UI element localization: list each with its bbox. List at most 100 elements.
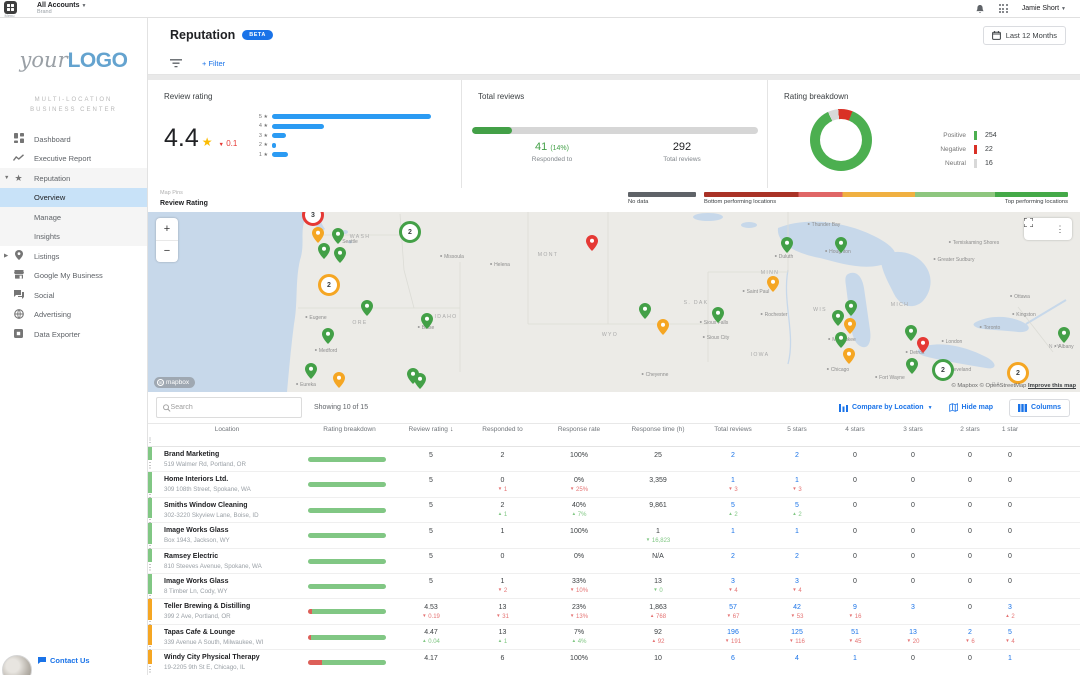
map-pin[interactable] [657, 319, 669, 335]
cell-value-link[interactable]: 3 [998, 604, 1022, 611]
sidebar-item-reputation[interactable]: ▼ ★ Reputation [0, 168, 147, 188]
cell-value-link[interactable]: 5 [698, 502, 768, 509]
row-menu-button[interactable]: ⋮ [148, 562, 152, 573]
map-cluster-pin[interactable]: 2 [318, 274, 340, 296]
sidebar-item-google-my-business[interactable]: Google My Business [0, 266, 147, 286]
menu-button[interactable]: Menu [0, 0, 19, 18]
map-pin[interactable] [905, 325, 917, 341]
map-pin[interactable] [1058, 327, 1070, 343]
column-header-total-reviews[interactable]: Total reviews [698, 426, 768, 433]
compare-by-location-button[interactable]: Compare by Location ▼ [839, 404, 933, 412]
table-row[interactable]: Tapas Cafe & Lounge339 Avenue A South, M… [148, 625, 1080, 650]
column-header-rating-breakdown[interactable]: Rating breakdown [302, 426, 397, 433]
cell-value-link[interactable]: 5 [998, 629, 1022, 636]
cell-value-link[interactable]: 1 [768, 528, 826, 535]
map-pin[interactable] [843, 348, 855, 364]
map-pin[interactable] [334, 247, 346, 263]
column-header-location[interactable]: Location [152, 426, 302, 433]
map-cluster-pin[interactable]: 2 [1007, 362, 1029, 384]
map-canvas[interactable]: SeattleEugeneMedfordEurekaBoiseMissoulaH… [148, 212, 1080, 392]
sidebar-item-social[interactable]: Social [0, 285, 147, 305]
cell-value-link[interactable]: 9 [826, 604, 884, 611]
hide-map-button[interactable]: Hide map [949, 403, 994, 412]
date-range-button[interactable]: Last 12 Months [983, 26, 1066, 45]
cell-value-link[interactable]: 3 [768, 578, 826, 585]
cell-value-link[interactable]: 5 [768, 502, 826, 509]
filter-funnel-icon[interactable] [170, 59, 182, 68]
map-pin[interactable] [835, 237, 847, 253]
account-selector[interactable]: All Accounts ▼ Brand [37, 2, 86, 16]
column-header-1-star[interactable]: 1 star [998, 426, 1022, 433]
map-pin[interactable] [361, 300, 373, 316]
cell-value-link[interactable]: 4 [768, 655, 826, 662]
map-pin[interactable] [781, 237, 793, 253]
column-header-5-stars[interactable]: 5 stars [768, 426, 826, 433]
table-row[interactable]: Smiths Window Cleaning302-3220 Skyview L… [148, 498, 1080, 523]
column-header-2-stars[interactable]: 2 stars [942, 426, 998, 433]
table-row[interactable]: Home Interiors Ltd.309 108th Street, Spo… [148, 472, 1080, 497]
sidebar-item-data-exporter[interactable]: Data Exporter [0, 324, 147, 344]
table-row[interactable]: Brand Marketing519 Walmer Rd, Portland, … [148, 447, 1080, 472]
map-pin[interactable] [421, 313, 433, 329]
cell-value-link[interactable]: 1 [698, 528, 768, 535]
columns-button[interactable]: Columns [1009, 399, 1070, 417]
contact-us-link[interactable]: Contact Us [38, 656, 90, 665]
avatar[interactable] [2, 655, 32, 675]
add-filter-button[interactable]: + Filter [202, 59, 225, 68]
column-header-response-rate[interactable]: Response rate [540, 426, 618, 433]
column-header-response-time-h[interactable]: Response time (h) [618, 426, 698, 433]
map-pin[interactable] [906, 358, 918, 374]
map-pin[interactable] [312, 227, 324, 243]
map-pin[interactable] [832, 310, 844, 326]
improve-map-link[interactable]: Improve this map [1028, 383, 1076, 389]
sidebar-item-insights[interactable]: Insights [0, 227, 147, 247]
cell-value-link[interactable]: 2 [768, 452, 826, 459]
zoom-out-button[interactable]: − [156, 241, 178, 263]
map-cluster-pin[interactable]: 2 [932, 359, 954, 381]
table-row[interactable]: Teller Brewing & Distilling399 2 Ave, Po… [148, 599, 1080, 624]
cell-value-link[interactable]: 42 [768, 604, 826, 611]
cell-value-link[interactable]: 1 [826, 655, 884, 662]
mapbox-logo[interactable]: mmapbox [154, 377, 195, 388]
row-menu-button[interactable]: ⋮ [148, 460, 152, 471]
map-pin[interactable] [305, 363, 317, 379]
map-pin[interactable] [414, 373, 426, 389]
cell-value-link[interactable]: 2 [698, 452, 768, 459]
search-box[interactable] [156, 397, 302, 418]
cell-value-link[interactable]: 1 [998, 655, 1022, 662]
map-pin[interactable] [639, 303, 651, 319]
map-pin[interactable] [767, 276, 779, 292]
map-pin[interactable] [845, 300, 857, 316]
table-row[interactable]: Windy City Physical Therapy19-2205 9th S… [148, 650, 1080, 675]
cell-value-link[interactable]: 57 [698, 604, 768, 611]
map-cluster-pin[interactable]: 2 [399, 221, 421, 243]
cell-value-link[interactable]: 1 [698, 477, 768, 484]
zoom-in-button[interactable]: + [156, 218, 178, 241]
cell-value-link[interactable]: 6 [698, 655, 768, 662]
notifications-bell-icon[interactable] [975, 4, 985, 14]
apps-grid-icon[interactable] [999, 4, 1008, 13]
table-row[interactable]: Image Works GlassBox 1943, Jackson, WY51… [148, 523, 1080, 548]
column-header-responded-to[interactable]: Responded to [465, 426, 540, 433]
sidebar-item-dashboard[interactable]: Dashboard [0, 129, 147, 149]
cell-value-link[interactable]: 1 [768, 477, 826, 484]
cell-value-link[interactable]: 3 [884, 604, 942, 611]
map-cluster-pin[interactable]: 3 [302, 212, 324, 226]
column-header-3-stars[interactable]: 3 stars [884, 426, 942, 433]
fullscreen-button[interactable] [1024, 218, 1048, 240]
map-pin[interactable] [322, 328, 334, 344]
table-row[interactable]: Ramsey Electric810 Steeves Avenue, Spoka… [148, 549, 1080, 574]
map-menu-button[interactable]: ⋮ [1048, 218, 1072, 240]
map-pin[interactable] [712, 307, 724, 323]
cell-value-link[interactable]: 2 [698, 553, 768, 560]
map-pin[interactable] [333, 372, 345, 388]
cell-value-link[interactable]: 51 [826, 629, 884, 636]
cell-value-link[interactable]: 2 [942, 629, 998, 636]
map-pin[interactable] [332, 228, 344, 244]
sidebar-item-overview[interactable]: Overview [0, 188, 147, 208]
user-menu[interactable]: Jamie Short ▼ [1022, 5, 1066, 12]
map-pin[interactable] [318, 243, 330, 259]
sidebar-item-manage[interactable]: Manage [0, 207, 147, 227]
cell-value-link[interactable]: 3 [698, 578, 768, 585]
cell-value-link[interactable]: 13 [884, 629, 942, 636]
